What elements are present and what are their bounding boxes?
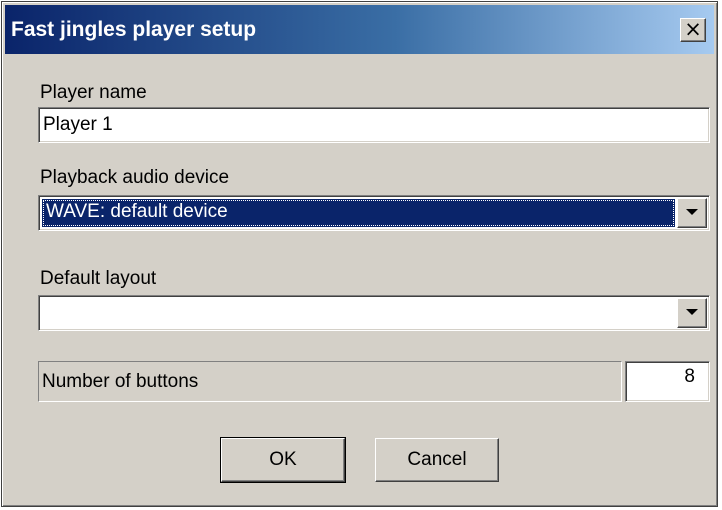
chevron-down-icon — [686, 209, 698, 215]
ok-button-label: OK — [269, 449, 297, 470]
buttons-count-value: 8 — [684, 366, 695, 387]
player-name-value: Player 1 — [43, 114, 113, 135]
dialog-window: Fast jingles player setup × Player name … — [1, 1, 718, 507]
close-button[interactable]: × — [680, 18, 706, 42]
playback-device-select[interactable]: WAVE: default device — [38, 195, 710, 231]
ok-button[interactable]: OK — [220, 437, 346, 483]
playback-device-label: Playback audio device — [40, 167, 230, 188]
cancel-button-label: Cancel — [407, 449, 467, 470]
buttons-count-label-box: Number of buttons — [38, 361, 622, 402]
title-bar[interactable]: Fast jingles player setup × — [5, 5, 714, 54]
playback-device-dropdown-button[interactable] — [677, 198, 707, 228]
default-layout-dropdown-button[interactable] — [677, 298, 707, 328]
buttons-count-label: Number of buttons — [42, 371, 199, 392]
window-title: Fast jingles player setup — [11, 18, 257, 41]
player-name-label: Player name — [40, 82, 147, 103]
cancel-button[interactable]: Cancel — [375, 438, 499, 482]
buttons-count-input[interactable]: 8 — [625, 361, 710, 402]
player-name-input[interactable]: Player 1 — [38, 107, 710, 143]
playback-device-value: WAVE: default device — [46, 201, 228, 222]
playback-device-selection: WAVE: default device — [42, 199, 675, 227]
close-icon: × — [684, 17, 702, 41]
default-layout-label: Default layout — [40, 268, 157, 289]
default-layout-select[interactable] — [38, 295, 710, 331]
chevron-down-icon — [686, 309, 698, 315]
